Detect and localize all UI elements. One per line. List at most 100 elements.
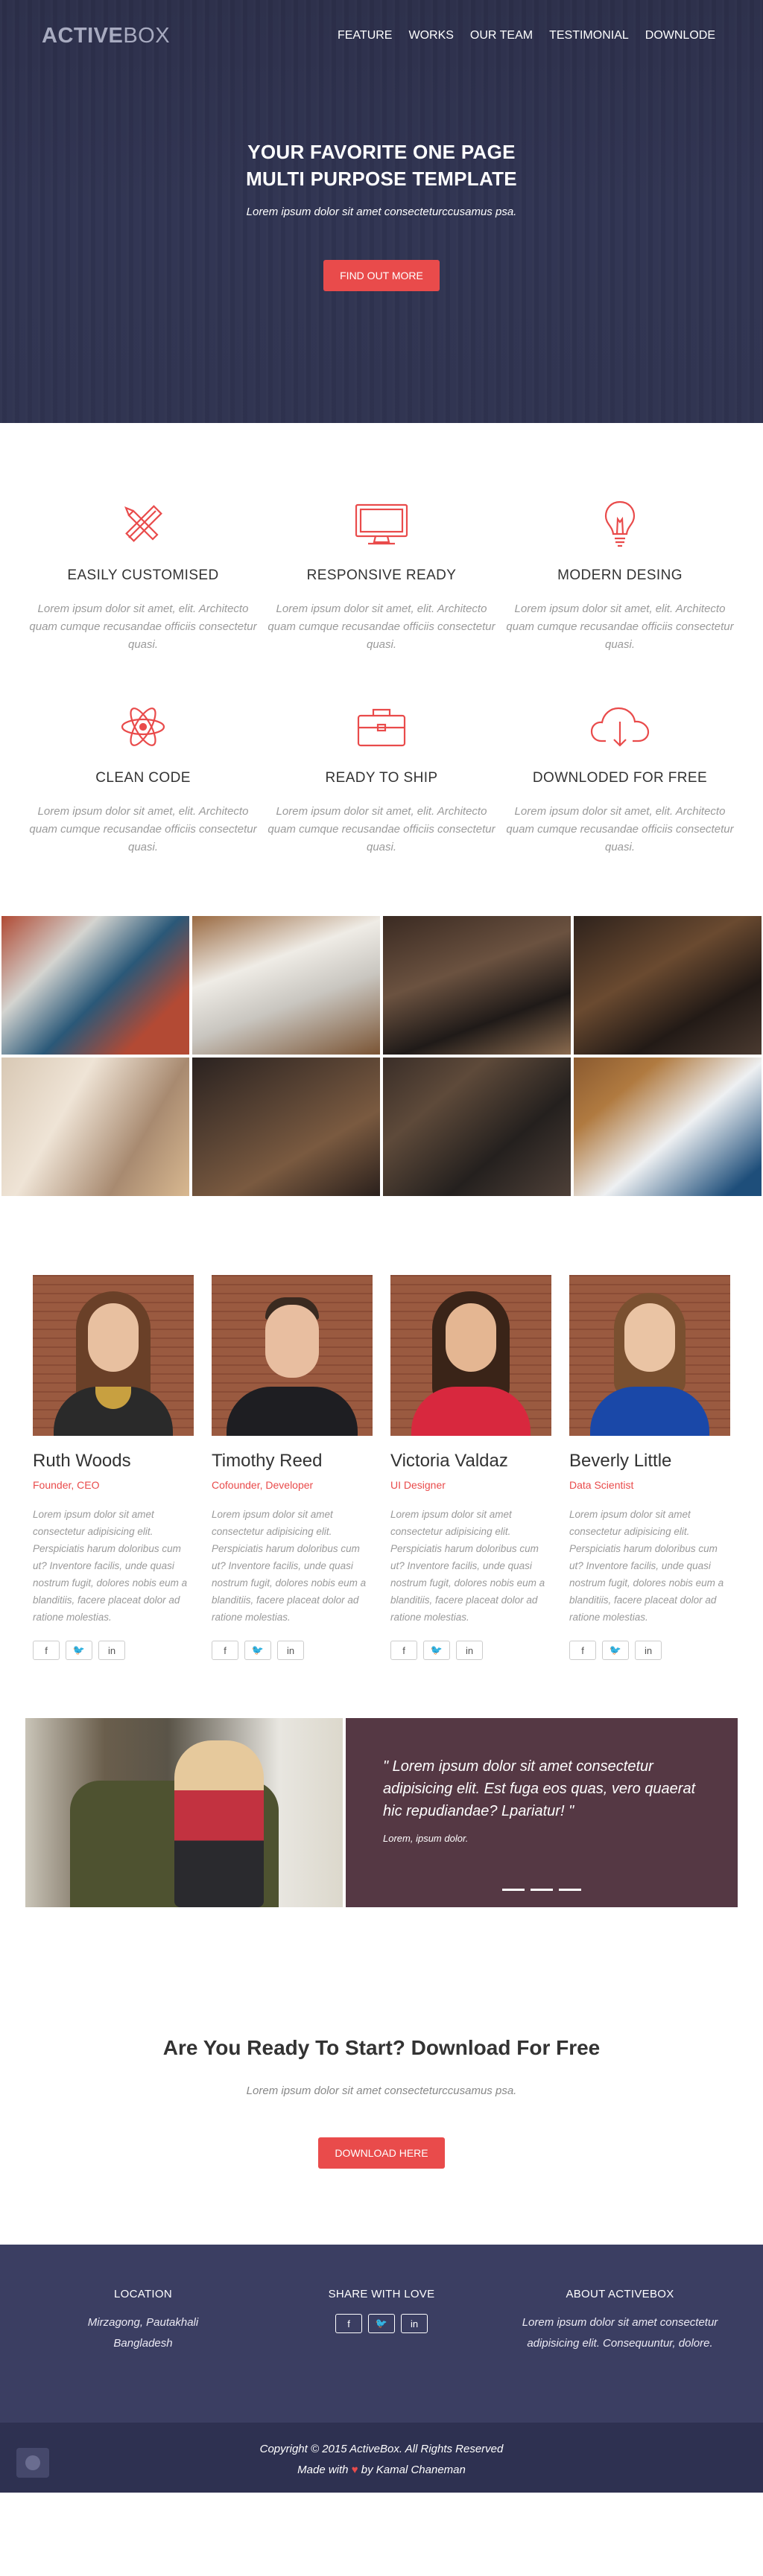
team-member: Beverly Little Data Scientist Lorem ipsu… <box>569 1275 730 1660</box>
arrow-up-icon <box>25 2455 40 2470</box>
member-role: Data Scientist <box>569 1479 634 1491</box>
pencil-ruler-icon <box>24 497 262 551</box>
testimonial-quote: " Lorem ipsum dolor sit amet consectetur… <box>383 1758 696 1819</box>
feature-item: EASILY CUSTOMISED Lorem ipsum dolor sit … <box>24 497 262 654</box>
feature-item: DOWNLODED FOR FREE Lorem ipsum dolor sit… <box>501 700 739 856</box>
avatar <box>569 1275 730 1436</box>
avatar <box>33 1275 194 1436</box>
portfolio-item[interactable] <box>192 1058 380 1196</box>
nav-feature[interactable]: FEATURE <box>338 29 392 42</box>
linkedin-icon[interactable]: in <box>456 1641 483 1660</box>
member-name: Timothy Reed <box>212 1451 323 1471</box>
portfolio-item[interactable] <box>1 916 189 1055</box>
footer-share: SHARE WITH LOVE f 🐦 in <box>262 2288 501 2354</box>
address-line: Bangladesh <box>113 2337 173 2350</box>
copyright-text: Copyright © 2015 ActiveBox. All Rights R… <box>259 2443 504 2455</box>
feature-title: DOWNLODED FOR FREE <box>532 770 708 786</box>
lightbulb-icon <box>501 497 739 551</box>
facebook-icon[interactable]: f <box>390 1641 417 1660</box>
hero-title-line2: MULTI PURPOSE TEMPLATE <box>246 168 517 190</box>
team-member: Victoria Valdaz UI Designer Lorem ipsum … <box>390 1275 551 1660</box>
address-line: Mirzagong, Pautakhali <box>87 2316 199 2329</box>
carousel-indicators <box>346 1889 738 1891</box>
social-links: f 🐦 in <box>33 1641 194 1660</box>
portfolio-item[interactable] <box>383 1058 571 1196</box>
hero-title-line1: YOUR FAVORITE ONE PAGE <box>247 141 516 163</box>
portfolio-item[interactable] <box>192 916 380 1055</box>
feature-text: Lorem ipsum dolor sit amet, elit. Archit… <box>29 602 257 651</box>
footer-heading: ABOUT ACTIVEBOX <box>566 2288 674 2300</box>
linkedin-icon[interactable]: in <box>277 1641 304 1660</box>
member-bio: Lorem ipsum dolor sit amet consectetur a… <box>212 1509 367 1623</box>
testimonial-section: " Lorem ipsum dolor sit amet consectetur… <box>25 1718 738 1907</box>
footer-address: Mirzagong, Pautakhali Bangladesh <box>24 2312 262 2354</box>
twitter-icon[interactable]: 🐦 <box>602 1641 629 1660</box>
linkedin-icon[interactable]: in <box>98 1641 125 1660</box>
cloud-download-icon <box>501 700 739 754</box>
twitter-icon[interactable]: 🐦 <box>423 1641 450 1660</box>
facebook-icon[interactable]: f <box>212 1641 238 1660</box>
twitter-icon[interactable]: 🐦 <box>66 1641 92 1660</box>
scroll-to-top-button[interactable] <box>16 2448 49 2478</box>
feature-item: RESPONSIVE READY Lorem ipsum dolor sit a… <box>262 497 501 654</box>
nav-download[interactable]: DOWNLODE <box>645 29 715 42</box>
facebook-icon[interactable]: f <box>335 2314 362 2333</box>
footer: LOCATION Mirzagong, Pautakhali Banglades… <box>0 2245 763 2423</box>
logo-bold: ACTIVE <box>42 23 124 48</box>
carousel-dot[interactable] <box>502 1889 525 1891</box>
cta-subtitle: Lorem ipsum dolor sit amet consecteturcc… <box>246 2084 517 2097</box>
portfolio-item[interactable] <box>574 916 762 1055</box>
download-here-button[interactable]: DOWNLOAD HERE <box>318 2137 445 2169</box>
find-out-more-button[interactable]: FIND OUT MORE <box>323 260 440 291</box>
twitter-icon[interactable]: 🐦 <box>244 1641 271 1660</box>
footer-location: LOCATION Mirzagong, Pautakhali Banglades… <box>24 2288 262 2354</box>
carousel-dot[interactable] <box>531 1889 553 1891</box>
footer-heading: SHARE WITH LOVE <box>328 2288 435 2300</box>
linkedin-icon[interactable]: in <box>401 2314 428 2333</box>
portfolio-item[interactable] <box>574 1058 762 1196</box>
logo-light: BOX <box>123 23 171 48</box>
nav-our-team[interactable]: OUR TEAM <box>470 29 533 42</box>
member-name: Beverly Little <box>569 1451 672 1471</box>
copyright-bar: Copyright © 2015 ActiveBox. All Rights R… <box>0 2423 763 2493</box>
avatar <box>390 1275 551 1436</box>
member-bio: Lorem ipsum dolor sit amet consectetur a… <box>33 1509 188 1623</box>
member-bio: Lorem ipsum dolor sit amet consectetur a… <box>569 1509 724 1623</box>
facebook-icon[interactable]: f <box>33 1641 60 1660</box>
social-links: f 🐦 in <box>569 1641 730 1660</box>
feature-text: Lorem ipsum dolor sit amet, elit. Archit… <box>506 805 734 853</box>
feature-title: RESPONSIVE READY <box>306 567 457 583</box>
footer-heading: LOCATION <box>114 2288 172 2300</box>
nav-works[interactable]: WORKS <box>408 29 453 42</box>
main-menu: FEATURE WORKS OUR TEAM TESTIMONIAL DOWNL… <box>338 29 715 42</box>
portfolio-grid <box>0 916 763 1196</box>
member-role: Founder, CEO <box>33 1479 100 1491</box>
testimonial-photo <box>25 1718 343 1907</box>
portfolio-item[interactable] <box>383 916 571 1055</box>
portfolio-item[interactable] <box>1 1058 189 1196</box>
feature-title: CLEAN CODE <box>95 770 191 786</box>
facebook-icon[interactable]: f <box>569 1641 596 1660</box>
linkedin-icon[interactable]: in <box>635 1641 662 1660</box>
team-member: Ruth Woods Founder, CEO Lorem ipsum dolo… <box>33 1275 194 1660</box>
member-name: Ruth Woods <box>33 1451 131 1471</box>
twitter-icon[interactable]: 🐦 <box>368 2314 395 2333</box>
social-links: f 🐦 in <box>390 1641 551 1660</box>
made-with-suffix: by Kamal Chaneman <box>361 2464 466 2476</box>
carousel-dot[interactable] <box>559 1889 581 1891</box>
feature-text: Lorem ipsum dolor sit amet, elit. Archit… <box>267 602 496 651</box>
nav-testimonial[interactable]: TESTIMONIAL <box>549 29 629 42</box>
avatar <box>212 1275 373 1436</box>
logo[interactable]: ACTIVEBOX <box>42 24 170 48</box>
feature-text: Lorem ipsum dolor sit amet, elit. Archit… <box>29 805 257 853</box>
cta-title: Are You Ready To Start? Download For Fre… <box>162 2036 601 2059</box>
feature-title: READY TO SHIP <box>325 770 438 786</box>
features-section: EASILY CUSTOMISED Lorem ipsum dolor sit … <box>0 423 763 916</box>
testimonial-quote-box: " Lorem ipsum dolor sit amet consectetur… <box>346 1718 738 1907</box>
member-name: Victoria Valdaz <box>390 1451 508 1471</box>
feature-text: Lorem ipsum dolor sit amet, elit. Archit… <box>506 602 734 651</box>
hero-title: YOUR FAVORITE ONE PAGE MULTI PURPOSE TEM… <box>0 139 763 192</box>
made-with-prefix: Made with <box>297 2464 349 2476</box>
feature-item: MODERN DESING Lorem ipsum dolor sit amet… <box>501 497 739 654</box>
navbar: ACTIVEBOX FEATURE WORKS OUR TEAM TESTIMO… <box>0 0 763 71</box>
